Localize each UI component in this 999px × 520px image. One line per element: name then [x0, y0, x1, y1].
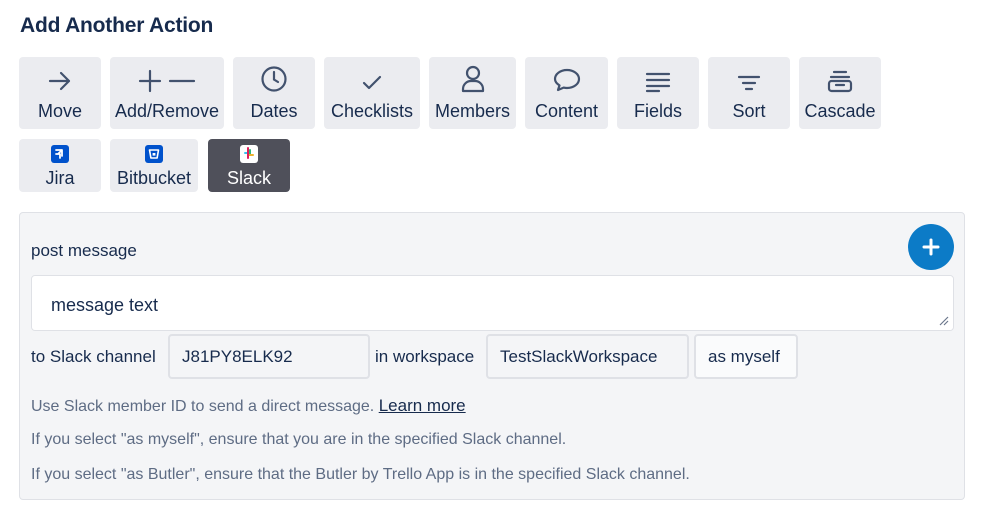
action-add-remove-button[interactable]: Add/Remove [110, 57, 224, 129]
hint-text: Use Slack member ID to send a direct mes… [31, 398, 375, 415]
action-label: Bitbucket [116, 168, 192, 188]
action-label: Move [37, 101, 82, 121]
action-label: Add/Remove [114, 101, 220, 121]
slack-channel-input[interactable] [168, 334, 370, 379]
action-label: Fields [633, 101, 682, 121]
action-label: Members [434, 101, 510, 121]
learn-more-link[interactable]: Learn more [379, 396, 466, 415]
post-message-panel: post message to Slack channel in workspa… [19, 212, 965, 500]
hint-as-myself: If you select "as myself", ensure that y… [31, 431, 567, 448]
plus-minus-icon [138, 63, 196, 93]
lines-icon [645, 63, 671, 93]
clock-icon [260, 63, 288, 93]
action-label: Slack [226, 168, 271, 188]
message-text-input[interactable] [31, 275, 954, 331]
action-label: Dates [250, 101, 298, 121]
action-members-button[interactable]: Members [429, 57, 516, 129]
action-label: Sort [732, 101, 766, 121]
speech-bubble-icon [553, 63, 581, 93]
filter-icon [736, 63, 762, 93]
action-label: Jira [45, 168, 75, 188]
action-bitbucket-button[interactable]: Bitbucket [110, 139, 198, 192]
action-label: Cascade [804, 101, 876, 121]
action-dates-button[interactable]: Dates [233, 57, 315, 129]
checkmark-icon [361, 63, 383, 93]
add-action-button[interactable] [908, 224, 954, 270]
action-content-button[interactable]: Content [525, 57, 608, 129]
to-slack-channel-label: to Slack channel [31, 347, 156, 366]
action-jira-button[interactable]: Jira [19, 139, 101, 192]
jira-icon [51, 143, 69, 165]
action-label: Content [534, 101, 599, 121]
in-workspace-label: in workspace [375, 347, 475, 366]
action-label: Checklists [330, 101, 414, 121]
archive-box-icon [827, 63, 853, 93]
hint-as-butler: If you select "as Butler", ensure that t… [31, 466, 690, 483]
action-checklists-button[interactable]: Checklists [324, 57, 420, 129]
person-icon [461, 63, 485, 93]
action-slack-button[interactable]: Slack [208, 139, 290, 192]
bitbucket-icon [145, 143, 163, 165]
arrow-right-icon [47, 63, 73, 93]
action-fields-button[interactable]: Fields [617, 57, 699, 129]
page-title: Add Another Action [20, 14, 214, 37]
resize-grip-icon[interactable] [939, 316, 949, 326]
action-sort-button[interactable]: Sort [708, 57, 790, 129]
send-as-value: as myself [708, 346, 780, 366]
send-as-select[interactable]: as myself [694, 334, 798, 379]
action-move-button[interactable]: Move [19, 57, 101, 129]
slack-icon [240, 143, 258, 165]
action-cascade-button[interactable]: Cascade [799, 57, 881, 129]
panel-label: post message [31, 241, 137, 260]
plus-icon [922, 238, 940, 256]
hint-direct-message: Use Slack member ID to send a direct mes… [31, 396, 466, 416]
workspace-input[interactable] [486, 334, 689, 379]
